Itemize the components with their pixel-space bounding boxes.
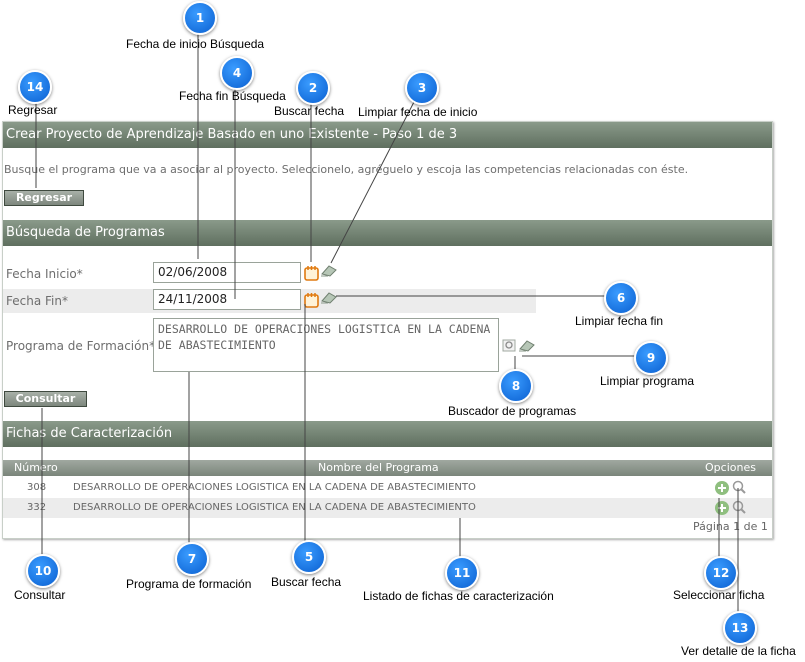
callout-1-label: Fecha de inicio Búsqueda [126,37,265,51]
callout-14: 14 [18,70,52,104]
callout-6: 6 [604,281,638,315]
callout-12-label: Seleccionar ficha [673,588,765,602]
callout-9-label: Limpiar programa [600,374,695,388]
callout-14-label: Regresar [8,103,58,117]
callout-1: 1 [183,1,217,35]
callout-5-label: Buscar fecha [271,575,342,589]
callout-2: 2 [296,71,330,105]
callout-13: 13 [723,611,757,645]
callout-7: 7 [175,542,209,576]
callout-5: 5 [292,540,326,574]
callout-4: 4 [220,56,254,90]
callout-lines [35,32,739,612]
callout-3-label: Limpiar fecha de inicio [358,105,478,119]
callout-4-label: Fecha fin Búsqueda [179,89,286,103]
callout-8-label: Buscador de programas [448,404,577,418]
callout-3: 3 [405,71,439,105]
callout-2-label: Buscar fecha [274,104,345,118]
callout-9: 9 [634,341,668,375]
callout-8: 8 [499,369,533,403]
callout-11: 11 [445,556,479,590]
callout-6-label: Limpiar fecha fin [575,314,664,328]
callout-12: 12 [704,556,738,590]
callout-10: 10 [26,554,60,588]
callout-13-label: Ver detalle de la ficha [681,644,796,658]
callout-7-label: Programa de formación [126,577,252,591]
callout-11-label: Listado de fichas de caracterización [363,589,554,603]
callout-10-label: Consultar [14,588,66,602]
